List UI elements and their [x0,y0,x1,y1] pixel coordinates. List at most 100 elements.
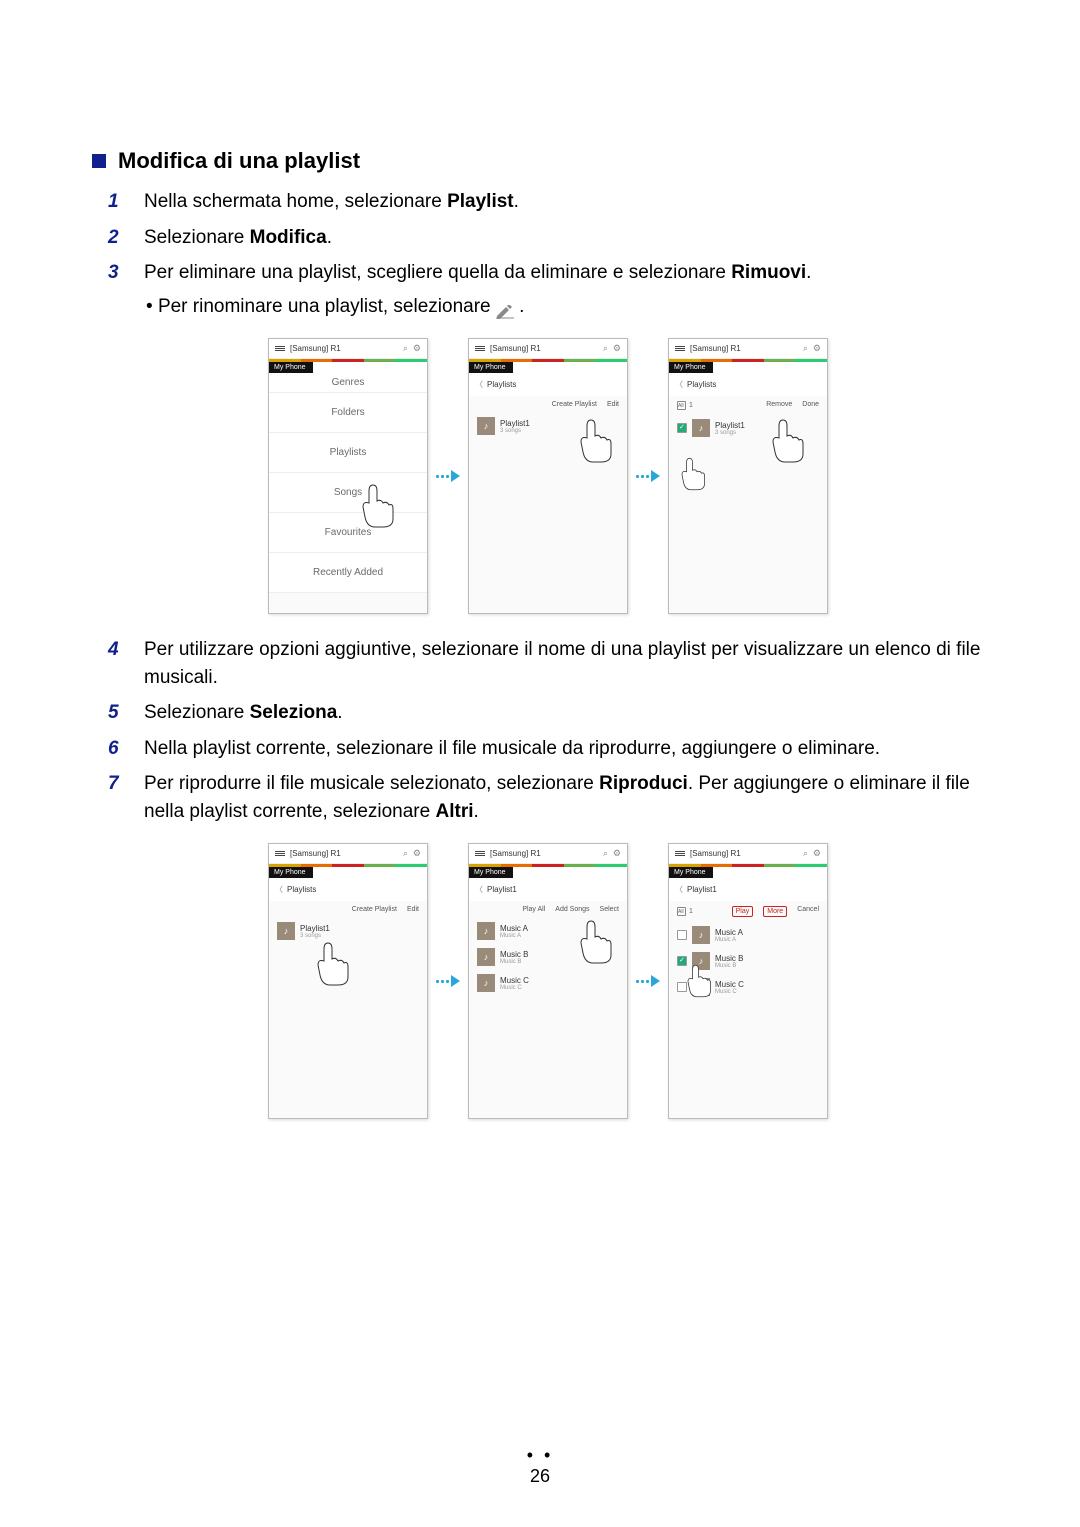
item-title: Playlist1 [715,421,745,430]
checkbox-icon[interactable] [677,982,687,992]
select-all-checkbox[interactable] [677,907,686,916]
phone-header: [Samsung] R1 ⌕⚙ [669,844,827,864]
search-icon[interactable]: ⌕ [403,343,408,354]
screenshot-row-1: [Samsung] R1 ⌕ ⚙ My Phone Genres Folders… [108,338,988,614]
source-tab[interactable]: My Phone [469,867,513,878]
menu-icon[interactable] [275,346,285,351]
device-title: [Samsung] R1 [290,344,403,353]
chevron-left-icon: 〈 [275,884,283,895]
step-bold: Modifica [250,227,327,248]
nav-back[interactable]: 〈 Playlists [269,878,427,901]
menu-playlists[interactable]: Playlists [269,433,427,473]
action-row: Create Playlist Edit [269,901,427,918]
menu-icon[interactable] [675,346,685,351]
page-dots-icon: • • [0,1445,1080,1466]
step-text: Nella playlist corrente, selezionare il … [144,735,988,763]
sub-period: . [519,296,524,317]
item-title: Music B [715,954,743,963]
play-all-link[interactable]: Play All [522,906,545,913]
step-6: 6 Nella playlist corrente, selezionare i… [108,735,988,763]
settings-icon[interactable]: ⚙ [613,848,621,859]
chevron-left-icon: 〈 [475,379,483,390]
nav-back[interactable]: 〈Playlist1 [669,878,827,901]
add-songs-link[interactable]: Add Songs [555,906,589,913]
menu-folders[interactable]: Folders [269,393,427,433]
menu-icon[interactable] [475,851,485,856]
edit-link[interactable]: Edit [407,906,419,913]
item-sub: 3 songs [300,933,330,939]
track-item[interactable]: ♪Music BMusic B [669,948,827,974]
source-tab[interactable]: My Phone [669,867,713,878]
search-icon[interactable]: ⌕ [803,848,808,859]
checkbox-icon[interactable] [677,930,687,940]
phone-header: [Samsung] R1 ⌕⚙ [469,844,627,864]
checkbox-icon[interactable] [677,956,687,966]
arrow-icon [628,975,668,987]
create-playlist-link[interactable]: Create Playlist [552,401,597,408]
playlist-item[interactable]: ♪ Playlist13 songs [669,415,827,441]
nav-label: Playlists [287,885,316,894]
settings-icon[interactable]: ⚙ [613,343,621,354]
nav-back[interactable]: 〈Playlists [669,373,827,396]
select-all-checkbox[interactable] [677,401,686,410]
select-link[interactable]: Select [600,906,619,913]
playlist-item[interactable]: ♪ Playlist13 songs [469,413,627,439]
create-playlist-link[interactable]: Create Playlist [352,906,397,913]
settings-icon[interactable]: ⚙ [813,848,821,859]
source-tab[interactable]: My Phone [469,362,513,373]
search-icon[interactable]: ⌕ [603,343,608,354]
search-icon[interactable]: ⌕ [603,848,608,859]
settings-icon[interactable]: ⚙ [413,343,421,354]
nav-back[interactable]: 〈Playlists [469,373,627,396]
item-sub: 3 songs [715,430,745,436]
track-item[interactable]: ♪Music AMusic A [469,918,627,944]
step-number: 1 [108,188,144,216]
device-title: [Samsung] R1 [490,344,603,353]
step-text: Selezionare Seleziona. [144,699,988,727]
track-item[interactable]: ♪Music CMusic C [469,970,627,996]
search-icon[interactable]: ⌕ [403,848,408,859]
menu-songs[interactable]: Songs [269,473,427,513]
play-button[interactable]: Play [732,906,754,917]
item-title: Playlist1 [300,924,330,933]
settings-icon[interactable]: ⚙ [413,848,421,859]
source-tab[interactable]: My Phone [269,867,313,878]
settings-icon[interactable]: ⚙ [813,343,821,354]
menu-icon[interactable] [475,346,485,351]
nav-label: Playlists [687,380,716,389]
menu-icon[interactable] [675,851,685,856]
cancel-link[interactable]: Cancel [797,906,819,917]
step-pre: Selezionare [144,227,250,248]
phone-header: [Samsung] R1 ⌕⚙ [669,339,827,359]
menu-recently[interactable]: Recently Added [269,553,427,593]
count-value: 1 [689,402,693,409]
step-number: 6 [108,735,144,763]
step-4: 4 Per utilizzare opzioni aggiuntive, sel… [108,636,988,691]
step-number: 7 [108,770,144,825]
music-note-icon: ♪ [692,978,710,996]
music-note-icon: ♪ [477,417,495,435]
source-tab[interactable]: My Phone [269,362,313,373]
checkbox-icon[interactable] [677,423,687,433]
arrow-icon [428,470,468,482]
track-item[interactable]: ♪Music BMusic B [469,944,627,970]
arrow-icon [428,975,468,987]
source-tab[interactable]: My Phone [669,362,713,373]
playlist-item[interactable]: ♪ Playlist13 songs [269,918,427,944]
menu-icon[interactable] [275,851,285,856]
menu-genres[interactable]: Genres [269,373,427,393]
hand-pointer-icon [314,941,354,987]
remove-link[interactable]: Remove [766,401,792,410]
done-link[interactable]: Done [802,401,819,410]
item-title: Music C [715,980,744,989]
track-item[interactable]: ♪Music AMusic A [669,922,827,948]
more-button[interactable]: More [763,906,787,917]
edit-link[interactable]: Edit [607,401,619,408]
nav-back[interactable]: 〈Playlist1 [469,878,627,901]
search-icon[interactable]: ⌕ [803,343,808,354]
item-sub: Music A [715,937,743,943]
pencil-icon [496,300,514,314]
menu-favourites[interactable]: Favourites [269,513,427,553]
music-note-icon: ♪ [692,419,710,437]
track-item[interactable]: ♪Music CMusic C [669,974,827,1000]
